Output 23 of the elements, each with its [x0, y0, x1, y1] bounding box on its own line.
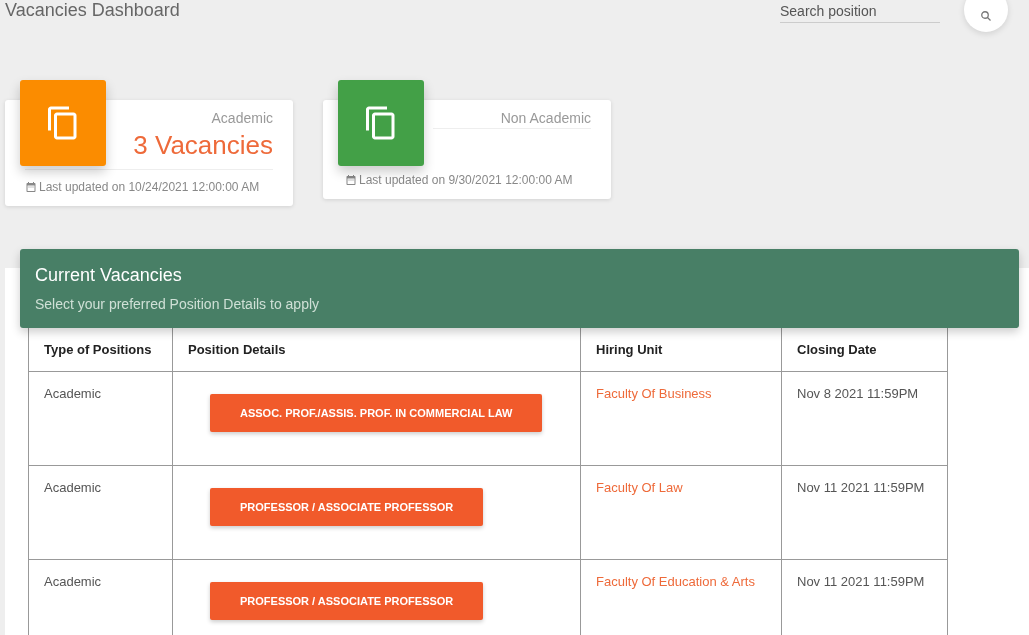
table-cell: Academic — [28, 465, 173, 560]
card-category: Academic — [210, 110, 273, 128]
hiring-unit: Faculty Of Business — [596, 386, 712, 401]
last-updated: Last updated on 9/30/2021 12:00:00 AM — [359, 173, 573, 187]
table-cell: Nov 11 2021 11:59PM — [781, 465, 948, 560]
table-cell: Nov 8 2021 11:59PM — [781, 371, 948, 466]
card-category: Non Academic — [433, 110, 591, 129]
hiring-unit: Faculty Of Education & Arts — [596, 574, 755, 589]
column-header: Closing Date — [781, 328, 948, 372]
column-header: Type of Positions — [28, 328, 173, 372]
table-cell: Academic — [28, 371, 173, 466]
panel-subtitle: Select your preferred Position Details to apply — [35, 296, 321, 312]
column-header: Position Details — [172, 328, 581, 372]
search-field[interactable]: Search position — [780, 0, 940, 23]
column-header: Hiring Unit — [580, 328, 782, 372]
hiring-unit: Faculty Of Law — [596, 480, 683, 495]
position-button[interactable]: PROFESSOR / ASSOCIATE PROFESSOR — [210, 582, 484, 620]
position-button[interactable]: ASSOC. PROF./ASSIS. PROF. IN COMMERCIAL LAW — [210, 394, 543, 432]
page-title: Vacancies Dashboard — [5, 0, 181, 20]
panel-title: Current Vacancies — [35, 265, 183, 286]
position-button[interactable]: PROFESSOR / ASSOCIATE PROFESSOR — [210, 488, 484, 526]
table-cell: Academic — [28, 559, 173, 635]
last-updated: Last updated on 10/24/2021 12:00:00 AM — [39, 180, 260, 194]
